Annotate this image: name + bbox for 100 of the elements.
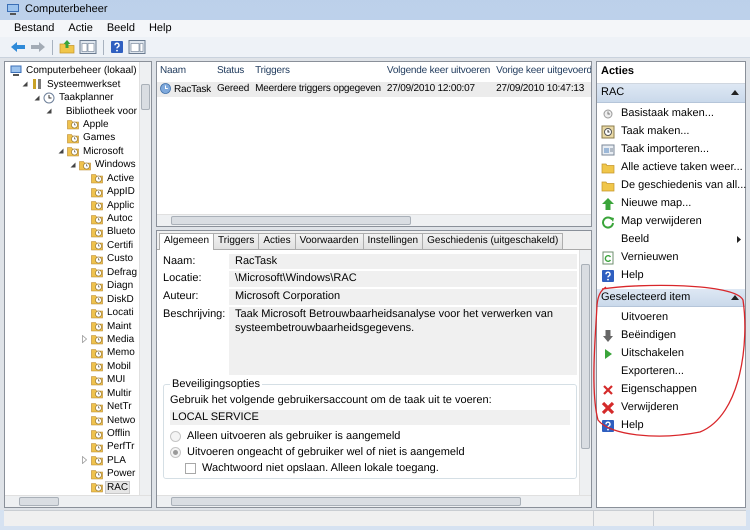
tree-item[interactable]: RAC xyxy=(105,480,130,494)
tree-item[interactable]: Custo xyxy=(105,252,136,266)
menu-item[interactable]: Bestand xyxy=(14,22,54,36)
tree-item[interactable]: Netwo xyxy=(105,414,138,427)
vertical-scrollbar[interactable] xyxy=(579,250,591,495)
menu-item[interactable]: Actie xyxy=(68,22,93,36)
tree-item[interactable]: AppID xyxy=(105,185,137,198)
text-field[interactable]: Microsoft Corporation xyxy=(229,289,577,305)
checkbox[interactable] xyxy=(185,462,196,474)
action-link[interactable]: Help xyxy=(597,266,745,284)
tree-item[interactable]: MUI xyxy=(105,373,128,386)
panel-icon[interactable] xyxy=(128,39,146,55)
help-icon[interactable] xyxy=(110,40,124,54)
action-link[interactable]: Taak importeren... xyxy=(597,140,745,158)
tree-item[interactable]: Windows xyxy=(93,158,138,172)
tree-item[interactable]: PLA xyxy=(105,454,128,467)
folder-arrow-icon[interactable] xyxy=(59,39,75,55)
submenu-arrow-icon[interactable] xyxy=(737,236,741,243)
table-cell[interactable]: Gereed xyxy=(214,82,252,97)
action-link[interactable]: Uitschakelen xyxy=(597,345,745,364)
column-header[interactable]: Volgende keer uitvoeren xyxy=(384,62,494,82)
expanded-arrow-icon[interactable] xyxy=(70,162,76,168)
text-field[interactable]: LOCAL SERVICE xyxy=(170,410,570,426)
section-header[interactable]: RAC xyxy=(597,84,745,102)
tree-item[interactable]: Multir xyxy=(105,386,134,400)
action-link[interactable]: Exporteren... xyxy=(597,363,745,382)
tree-item[interactable]: Locati xyxy=(105,306,136,320)
action-link[interactable]: Nieuwe map... xyxy=(597,194,745,212)
tree-item[interactable]: DiskD xyxy=(105,292,136,306)
action-link[interactable]: Eigenschappen xyxy=(597,381,745,400)
horizontal-scrollbar[interactable] xyxy=(157,495,591,507)
collapsed-arrow-icon[interactable] xyxy=(82,456,87,464)
action-link[interactable]: De geschiedenis van all... xyxy=(597,176,745,194)
tree-item[interactable]: Blueto xyxy=(105,225,138,238)
forward-arrow-icon[interactable] xyxy=(30,39,46,55)
horizontal-scrollbar[interactable] xyxy=(157,214,591,226)
tree-item[interactable]: Defrag xyxy=(105,266,139,279)
collapsed-arrow-icon[interactable] xyxy=(82,335,87,344)
expanded-arrow-icon[interactable] xyxy=(22,81,28,88)
table-cell[interactable]: 27/09/2010 10:47:13 xyxy=(493,82,591,97)
text-field[interactable]: RacTask xyxy=(229,254,577,270)
action-link[interactable]: Vernieuwen xyxy=(597,248,745,266)
action-link[interactable]: Taak maken... xyxy=(597,122,745,140)
expanded-arrow-icon[interactable] xyxy=(58,148,64,154)
table-cell[interactable]: Meerdere triggers opgegeven xyxy=(252,82,384,97)
section-header[interactable]: Geselecteerd item xyxy=(597,288,745,308)
expanded-arrow-icon[interactable] xyxy=(34,94,40,101)
text-field[interactable]: \Microsoft\Windows\RAC xyxy=(229,271,577,287)
expanded-arrow-icon[interactable] xyxy=(46,108,52,114)
tab[interactable]: Algemeen xyxy=(159,233,214,250)
tree-item[interactable]: PerfTr xyxy=(105,440,136,454)
action-link[interactable]: Alle actieve taken weer... xyxy=(597,158,745,176)
text-area[interactable]: Taak Microsoft Betrouwbaarheidsanalyse voor het verwerken van systeembetrouwbaarheidsgegevens. xyxy=(229,306,577,375)
action-link[interactable]: Basistaak maken... xyxy=(597,104,745,122)
action-link[interactable]: Verwijderen xyxy=(597,399,745,418)
tree-item[interactable]: Autoc xyxy=(105,212,135,226)
tab[interactable]: Voorwaarden xyxy=(294,233,364,248)
tab[interactable]: Geschiedenis (uitgeschakeld) xyxy=(422,233,564,248)
tree-item[interactable]: Computerbeheer (lokaal) xyxy=(24,64,139,78)
table-cell[interactable]: RacTask xyxy=(157,82,214,97)
action-link[interactable]: Beëindigen xyxy=(597,327,745,346)
tree-item[interactable]: Power xyxy=(105,467,138,480)
back-arrow-icon[interactable] xyxy=(10,39,26,55)
tree-item[interactable]: Microsoft xyxy=(81,144,126,158)
action-link[interactable]: Map verwijderen xyxy=(597,212,745,230)
radio-button[interactable] xyxy=(170,430,181,442)
tree-item[interactable]: NetTr xyxy=(105,400,134,414)
tree-item[interactable]: Media xyxy=(105,332,136,346)
column-header[interactable]: Vorige keer uitgevoerd xyxy=(493,62,591,82)
tree-item[interactable]: Applic xyxy=(105,198,136,212)
tree-item[interactable]: Games xyxy=(81,131,118,144)
tab[interactable]: Triggers xyxy=(213,233,260,248)
column-header[interactable]: Naam xyxy=(157,62,214,82)
tree-item[interactable]: Certifi xyxy=(105,238,136,252)
tree-item[interactable]: Systeemwerkset xyxy=(45,78,122,91)
column-header[interactable]: Status xyxy=(214,62,252,82)
horizontal-scrollbar[interactable] xyxy=(5,495,151,507)
tree-item[interactable]: Apple xyxy=(81,118,111,131)
tab[interactable]: Instellingen xyxy=(362,233,424,248)
tree-item[interactable]: Memo xyxy=(105,346,137,360)
tab[interactable]: Acties xyxy=(258,233,296,248)
column-header[interactable]: Triggers xyxy=(252,62,384,82)
collapse-icon[interactable] xyxy=(731,90,739,96)
action-link[interactable]: Beeld xyxy=(597,230,745,248)
vertical-scrollbar[interactable] xyxy=(139,62,151,495)
tree-item[interactable]: Taakplanner xyxy=(57,91,116,104)
tree-item[interactable]: Active xyxy=(105,172,136,185)
action-link[interactable]: Help xyxy=(597,417,745,436)
collapse-icon[interactable] xyxy=(731,294,739,300)
panel-icon[interactable] xyxy=(79,39,97,55)
tree-item[interactable]: Maint xyxy=(105,320,134,333)
radio-button[interactable] xyxy=(170,446,181,458)
menu-item[interactable]: Beeld xyxy=(106,22,135,36)
tree-item[interactable]: Offlin xyxy=(105,427,132,440)
tree-item[interactable]: Bibliotheek voor xyxy=(64,104,139,118)
menu-item[interactable]: Help xyxy=(148,22,172,36)
action-link[interactable]: Uitvoeren xyxy=(597,309,745,328)
tree-item[interactable]: Mobil xyxy=(105,360,133,373)
table-cell[interactable]: 27/09/2010 12:00:07 xyxy=(384,82,494,97)
tree-item[interactable]: Diagn xyxy=(105,279,136,292)
